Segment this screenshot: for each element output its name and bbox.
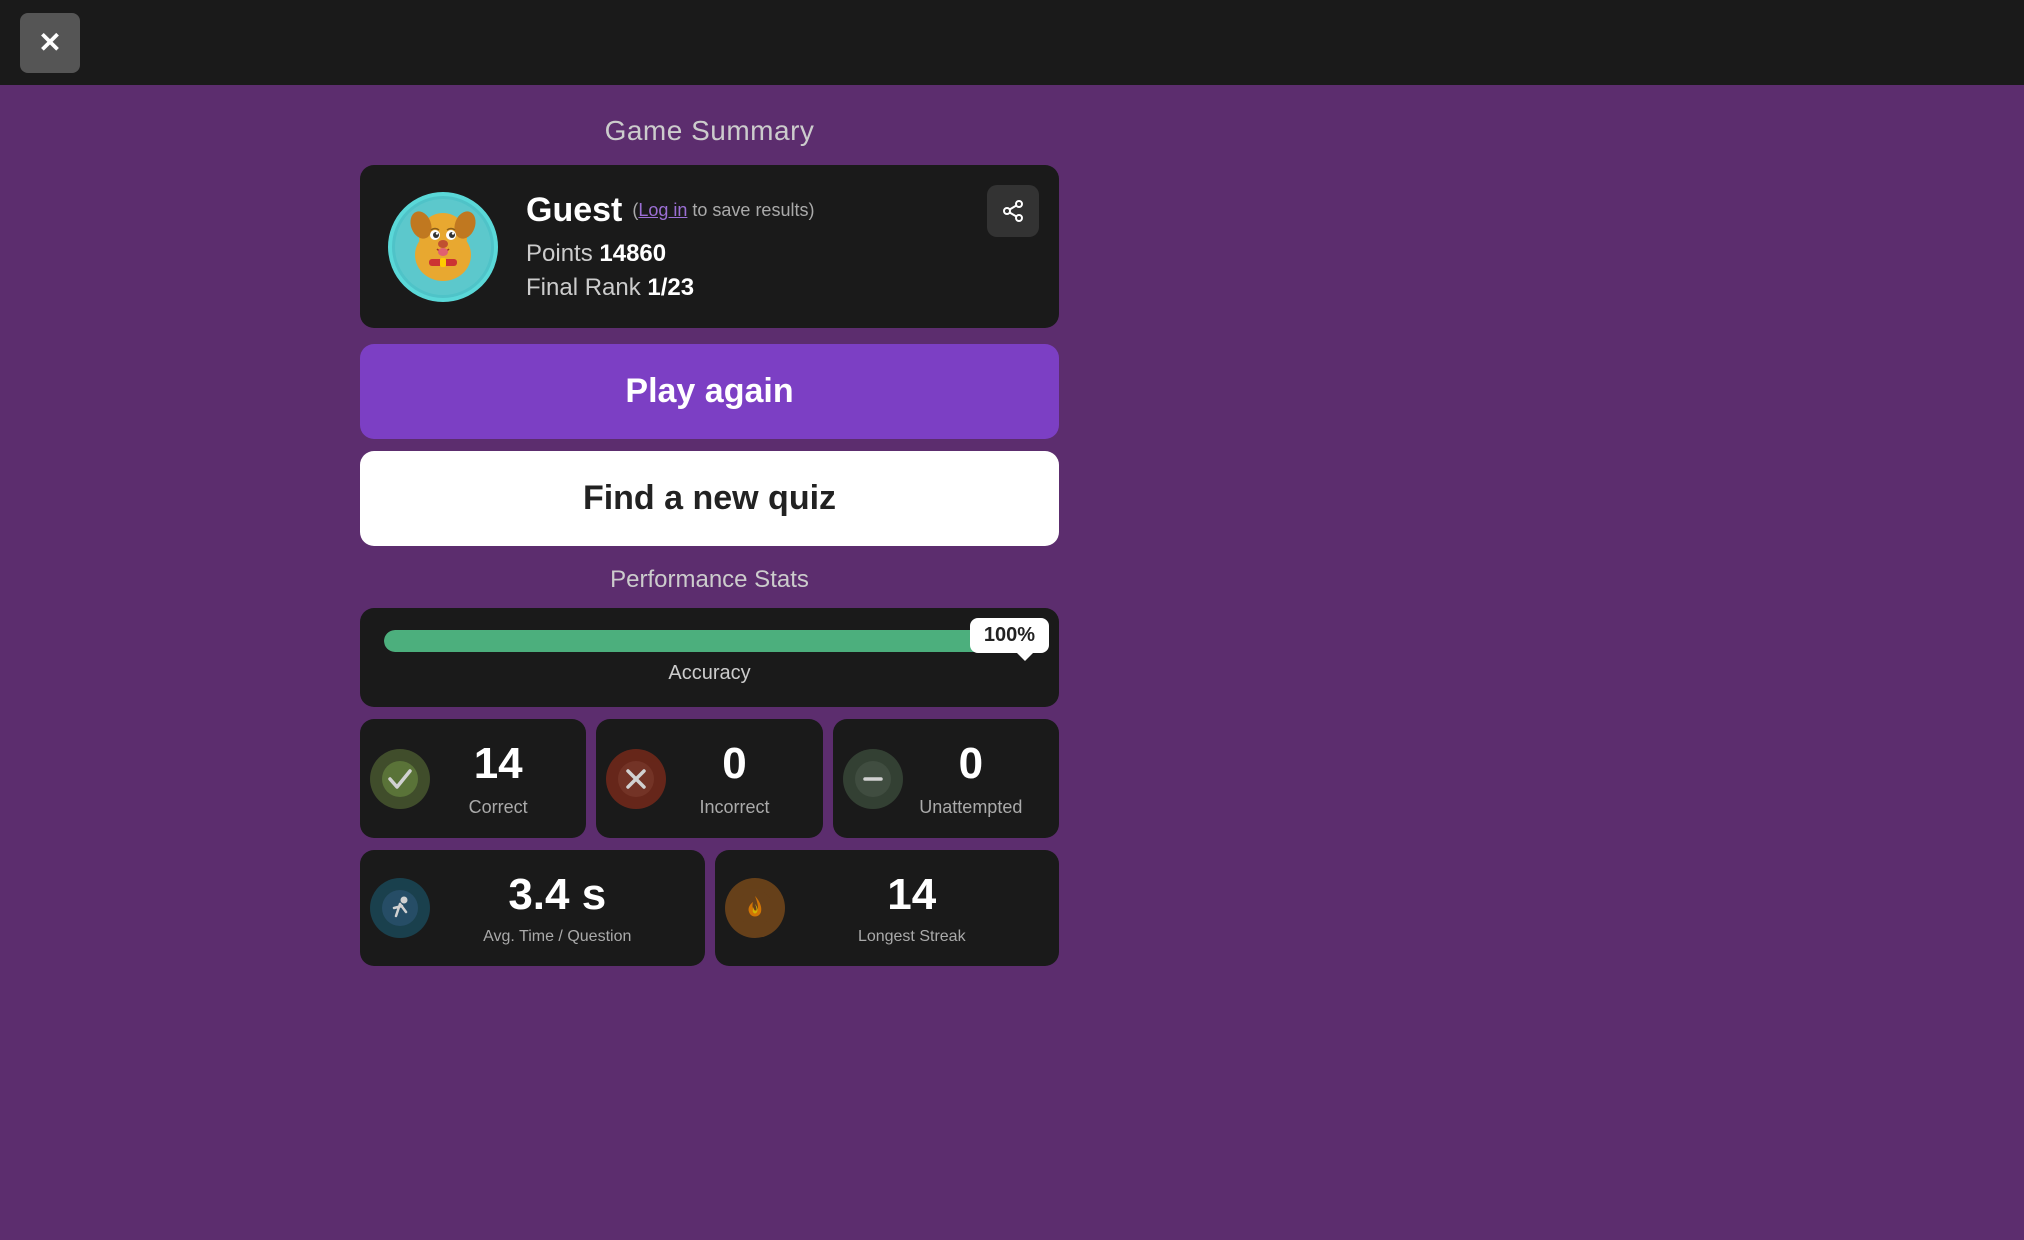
page-title: Game Summary: [605, 115, 815, 147]
avg-time-label: Avg. Time / Question: [483, 928, 631, 946]
side-panel-left: [0, 85, 340, 1240]
close-icon: ✕: [38, 26, 61, 59]
accuracy-label: Accuracy: [384, 662, 1035, 685]
share-button[interactable]: [987, 185, 1039, 237]
rank-row: Final Rank 1/23: [526, 274, 1031, 302]
player-info: Guest (Log in to save results) Points 14…: [526, 191, 1031, 302]
accuracy-progress-bg: [384, 630, 1035, 652]
correct-number: 14: [474, 739, 523, 789]
incorrect-label: Incorrect: [699, 797, 769, 818]
stats-grid: 14 Correct 0 Incorrect 0: [360, 719, 1059, 838]
player-card: Guest (Log in to save results) Points 14…: [360, 165, 1059, 328]
time-icon: [370, 878, 430, 938]
points-label: Points: [526, 240, 599, 267]
login-link[interactable]: Log in: [638, 200, 687, 220]
incorrect-icon: [606, 749, 666, 809]
points-value: 14860: [599, 240, 666, 267]
unattempted-number: 0: [959, 739, 983, 789]
streak-stat-card: 14 Longest Streak: [715, 850, 1060, 966]
top-bar: ✕: [0, 0, 2024, 85]
play-again-button[interactable]: Play again: [360, 344, 1059, 439]
streak-number: 14: [887, 870, 936, 920]
avg-time-number: 3.4 s: [508, 870, 606, 920]
accuracy-tooltip: 100%: [970, 618, 1049, 653]
performance-stats-title: Performance Stats: [610, 566, 809, 594]
player-name: Guest: [526, 191, 622, 230]
close-button[interactable]: ✕: [20, 13, 80, 73]
login-prompt: (Log in to save results): [632, 200, 814, 221]
avatar: [388, 192, 498, 302]
correct-stat-card: 14 Correct: [360, 719, 586, 838]
accuracy-card: 100% Accuracy: [360, 608, 1059, 707]
streak-icon: [725, 878, 785, 938]
bottom-stats-grid: 3.4 s Avg. Time / Question 14 Longest St…: [360, 850, 1059, 966]
unattempted-icon: [843, 749, 903, 809]
incorrect-number: 0: [722, 739, 746, 789]
correct-label: Correct: [469, 797, 528, 818]
unattempted-stat-card: 0 Unattempted: [833, 719, 1059, 838]
unattempted-label: Unattempted: [919, 797, 1022, 818]
incorrect-stat-card: 0 Incorrect: [596, 719, 822, 838]
accuracy-progress-fill: [384, 630, 1035, 652]
find-quiz-button[interactable]: Find a new quiz: [360, 451, 1059, 546]
rank-label: Final Rank: [526, 274, 647, 301]
rank-value: 1/23: [647, 274, 694, 301]
center-panel: Game Summary: [340, 85, 1079, 996]
points-row: Points 14860: [526, 240, 1031, 268]
avg-time-stat-card: 3.4 s Avg. Time / Question: [360, 850, 705, 966]
correct-icon: [370, 749, 430, 809]
streak-label: Longest Streak: [858, 928, 966, 946]
side-panel-right: [1079, 85, 2024, 1240]
player-name-row: Guest (Log in to save results): [526, 191, 1031, 230]
